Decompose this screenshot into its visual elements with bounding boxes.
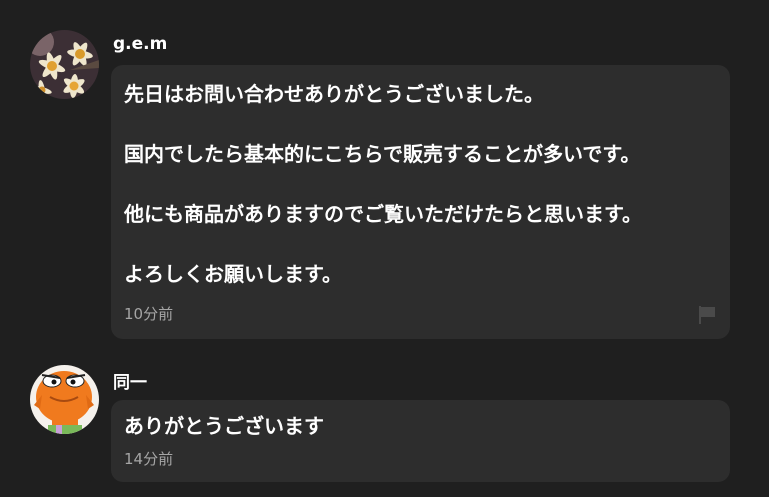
comment-timestamp: 14分前 bbox=[124, 450, 174, 468]
message-line: ありがとうございます bbox=[124, 414, 324, 438]
message-line: よろしくお願いします。 bbox=[124, 262, 342, 286]
orange-cartoon-fish-avatar-icon bbox=[30, 365, 99, 434]
message-line: 国内でしたら基本的にこちらで販売することが多いです。 bbox=[124, 142, 641, 166]
user-avatar[interactable] bbox=[30, 30, 99, 99]
message-line: 他にも商品がありますのでご覧いただけたらと思います。 bbox=[124, 202, 642, 226]
flag-icon[interactable] bbox=[698, 305, 716, 325]
comment-message: 先日はお問い合わせありがとうございました。 国内でしたら基本的にこちらで販売する… bbox=[124, 79, 717, 289]
comment-bubble: ありがとうございます 14分前 bbox=[111, 400, 730, 482]
user-avatar[interactable] bbox=[30, 365, 99, 434]
comment-message: ありがとうございます bbox=[124, 411, 717, 441]
comment-bubble: 先日はお問い合わせありがとうございました。 国内でしたら基本的にこちらで販売する… bbox=[111, 65, 730, 339]
comment-username[interactable]: 同一 bbox=[113, 368, 147, 393]
comment-username[interactable]: g.e.m bbox=[113, 34, 167, 54]
daisy-flowers-avatar-icon bbox=[30, 30, 99, 99]
comment-timestamp: 10分前 bbox=[124, 305, 174, 323]
message-line: 先日はお問い合わせありがとうございました。 bbox=[124, 82, 544, 106]
